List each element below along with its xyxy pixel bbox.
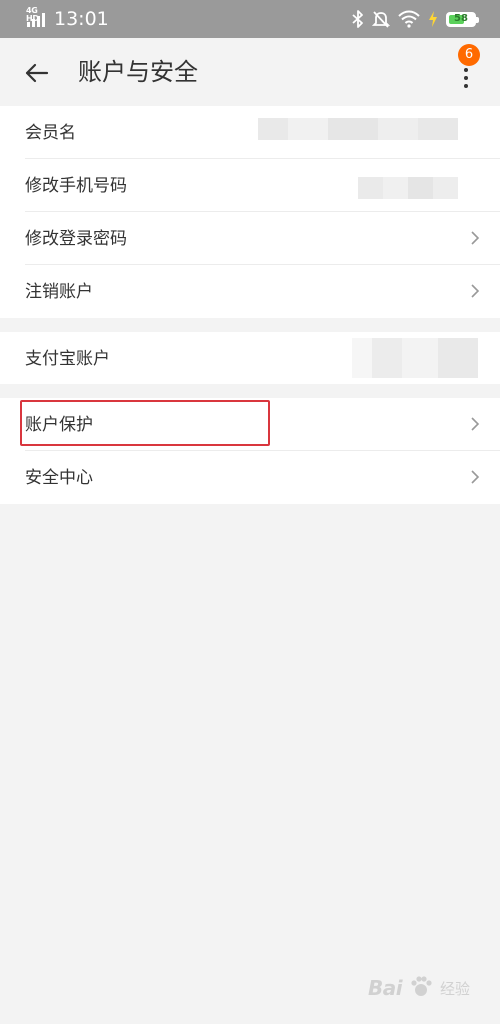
list-item-label: 安全中心 [25, 468, 93, 488]
baidu-watermark: Bai 经验 [368, 968, 480, 1008]
bluetooth-icon [352, 10, 363, 28]
chevron-right-icon [471, 417, 480, 431]
status-bar: 4G HD 13:01 58 [0, 0, 500, 38]
list-item-label: 支付宝账户 [25, 349, 110, 369]
cellular-signal-icon: 4G HD [26, 7, 48, 29]
chevron-right-icon [471, 284, 480, 298]
back-button[interactable] [20, 56, 54, 90]
chevron-right-icon [471, 470, 480, 484]
watermark-subtext: 经验 [440, 980, 471, 998]
list-item-change-phone[interactable]: 修改手机号码 [0, 159, 500, 212]
watermark-text: Bai [368, 976, 403, 1000]
highlight-box [20, 400, 270, 446]
account-info-group: 会员名 修改手机号码 修改登录密码 注销账户 [0, 106, 500, 318]
list-item-cancel-account[interactable]: 注销账户 [0, 265, 500, 318]
alipay-group: 支付宝账户 [0, 332, 500, 384]
battery-icon: 58 [446, 11, 479, 27]
masked-value [352, 338, 478, 378]
back-arrow-icon [25, 63, 49, 83]
masked-value [258, 118, 458, 140]
wifi-icon [398, 10, 420, 28]
list-item-label: 注销账户 [25, 282, 93, 302]
battery-level: 58 [454, 12, 468, 24]
list-item-label: 会员名 [25, 123, 76, 143]
list-item-security-center[interactable]: 安全中心 [0, 451, 500, 504]
status-icons: 58 [352, 8, 479, 30]
more-vertical-icon [464, 68, 468, 92]
mute-icon [372, 11, 390, 28]
notification-badge: 6 [458, 44, 480, 66]
list-item-label: 修改登录密码 [25, 229, 127, 249]
charging-icon [429, 11, 437, 27]
list-item-change-password[interactable]: 修改登录密码 [0, 212, 500, 265]
masked-value [358, 177, 458, 199]
list-item-alipay-account[interactable]: 支付宝账户 [0, 332, 500, 384]
status-time: 13:01 [54, 8, 109, 30]
page-title: 账户与安全 [78, 58, 198, 86]
paw-icon [411, 976, 432, 996]
chevron-right-icon [471, 231, 480, 245]
list-item-member-name: 会员名 [0, 106, 500, 159]
list-item-label: 修改手机号码 [25, 176, 127, 196]
app-header: 账户与安全 [0, 38, 500, 106]
